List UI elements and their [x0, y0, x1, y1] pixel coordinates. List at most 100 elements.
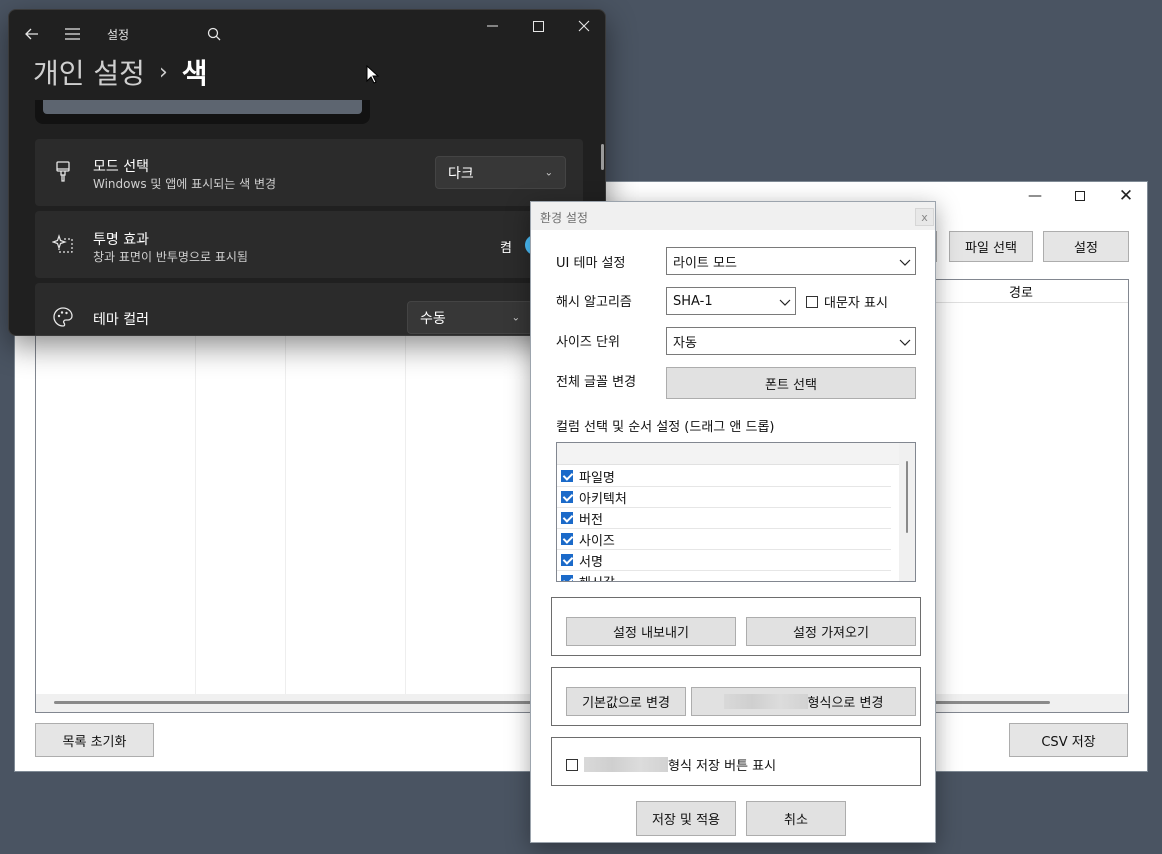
preferences-dialog: 환경 설정 x UI 테마 설정 라이트 모드 해시 알고리즘 SHA-1 대문… [530, 201, 936, 843]
column-item[interactable]: 파일명 [557, 466, 891, 487]
hash-algorithm-combo[interactable]: SHA-1 [666, 287, 796, 315]
redacted-text [723, 694, 808, 709]
ui-theme-combo[interactable]: 라이트 모드 [666, 247, 916, 275]
column-checkbox[interactable] [561, 470, 573, 482]
ui-theme-value: 라이트 모드 [673, 255, 737, 271]
breadcrumb: 개인 설정 › 색 [33, 52, 208, 92]
mode-dropdown[interactable]: 다크 ⌄ [435, 156, 566, 189]
transparency-row: 투명 효과 창과 표면이 반투명으로 표시됨 켬 [35, 211, 583, 278]
dropdown-arrow-icon [779, 299, 791, 306]
export-settings-button[interactable]: 설정 내보내기 [566, 617, 736, 646]
size-unit-combo[interactable]: 자동 [666, 327, 916, 355]
accent-dropdown[interactable]: 수동 ⌄ [407, 301, 533, 334]
close-icon[interactable]: ✕ [1103, 182, 1149, 210]
column-item[interactable]: 아키텍처 [557, 487, 891, 508]
close-icon[interactable] [571, 16, 597, 36]
hash-algorithm-value: SHA-1 [673, 293, 713, 309]
mode-select-title: 모드 선택 [93, 159, 149, 175]
mouse-cursor-icon [366, 64, 380, 85]
column-item-label: 해시값 [579, 572, 615, 582]
maximize-icon[interactable] [525, 16, 551, 36]
chevron-down-icon: ⌄ [544, 167, 553, 178]
column-divider [405, 280, 406, 694]
column-list-header [557, 443, 899, 465]
format-save-group: 형식 저장 버튼 표시 [551, 737, 921, 786]
minimize-icon[interactable]: — [1012, 182, 1058, 210]
dialog-close-button[interactable]: x [915, 208, 934, 226]
hamburger-menu-icon[interactable] [61, 24, 83, 44]
accent-dropdown-value: 수동 [420, 310, 446, 327]
cancel-button[interactable]: 취소 [746, 801, 846, 836]
column-item-label: 사이즈 [579, 533, 615, 549]
maximize-square [1075, 191, 1085, 201]
transparency-subtitle: 창과 표면이 반투명으로 표시됨 [93, 250, 248, 264]
theme-preview [35, 100, 370, 124]
change-format-button[interactable]: 형식으로 변경 [691, 687, 916, 716]
palette-icon [49, 303, 77, 331]
column-divider [195, 280, 196, 694]
paintbrush-icon [49, 158, 77, 186]
maximize-icon[interactable] [1057, 182, 1103, 210]
format-group: 기본값으로 변경 형식으로 변경 [551, 667, 921, 726]
column-checkbox[interactable] [561, 554, 573, 566]
column-divider [285, 280, 286, 694]
column-checkbox[interactable] [561, 491, 573, 503]
accent-color-row: 테마 컬러 수동 ⌄ [35, 283, 583, 335]
accent-color-title: 테마 컬러 [93, 312, 149, 328]
size-unit-label: 사이즈 단위 [556, 335, 620, 350]
import-export-group: 설정 내보내기 설정 가져오기 [551, 597, 921, 656]
column-item[interactable]: 버전 [557, 508, 891, 529]
columns-section-label: 컬럼 선택 및 순서 설정 (드래그 앤 드롭) [556, 420, 775, 435]
minimize-icon[interactable] [479, 16, 505, 36]
column-header-path[interactable]: 경로 [936, 280, 1106, 303]
back-arrow-icon[interactable] [21, 24, 43, 44]
scrollbar-thumb[interactable] [906, 461, 908, 533]
mode-select-row: 모드 선택 Windows 및 앱에 표시되는 색 변경 다크 ⌄ [35, 139, 583, 206]
column-item[interactable]: 사이즈 [557, 529, 891, 550]
transparency-title: 투명 효과 [93, 232, 149, 248]
breadcrumb-separator: › [158, 59, 168, 85]
column-item[interactable]: 서명 [557, 550, 891, 571]
ui-theme-label: UI 테마 설정 [556, 256, 626, 271]
uppercase-checkbox-row[interactable]: 대문자 표시 [806, 292, 888, 311]
format-save-checkbox-row[interactable]: 형식 저장 버튼 표시 [566, 755, 776, 774]
uppercase-checkbox[interactable] [806, 295, 818, 308]
reset-list-button[interactable]: 목록 초기화 [35, 723, 154, 757]
dialog-titlebar: 환경 설정 x [531, 202, 935, 230]
font-label: 전체 글꼴 변경 [556, 375, 637, 390]
transparency-toggle-label: 켬 [500, 241, 512, 256]
breadcrumb-current: 색 [181, 57, 208, 90]
search-icon[interactable] [203, 24, 225, 44]
settings-scrollbar[interactable] [601, 144, 604, 170]
save-apply-button[interactable]: 저장 및 적용 [636, 801, 736, 836]
change-format-label: 형식으로 변경 [807, 696, 884, 711]
dropdown-arrow-icon [899, 339, 911, 346]
font-select-button[interactable]: 폰트 선택 [666, 367, 916, 399]
column-item-label: 아키텍처 [579, 491, 627, 507]
sparkle-icon [49, 230, 77, 258]
settings-button[interactable]: 설정 [1043, 231, 1129, 262]
format-save-label: 형식 저장 버튼 표시 [668, 759, 777, 774]
import-settings-button[interactable]: 설정 가져오기 [746, 617, 916, 646]
breadcrumb-parent[interactable]: 개인 설정 [33, 52, 145, 92]
column-checkbox[interactable] [561, 512, 573, 524]
column-checkbox[interactable] [561, 575, 573, 581]
column-order-list[interactable]: 파일명 아키텍처 버전 사이즈 서명 해시값 [556, 442, 916, 582]
save-csv-button[interactable]: CSV 저장 [1009, 723, 1128, 757]
column-item[interactable]: 해시값 [557, 571, 891, 582]
settings-app-title: 설정 [107, 28, 130, 42]
column-checkbox[interactable] [561, 533, 573, 545]
redacted-text [584, 757, 668, 772]
chevron-down-icon: ⌄ [511, 312, 520, 323]
column-list-scrollbar[interactable] [899, 443, 915, 581]
theme-preview-image [43, 100, 362, 114]
mode-select-subtitle: Windows 및 앱에 표시되는 색 변경 [93, 177, 277, 191]
hash-algorithm-label: 해시 알고리즘 [556, 295, 632, 310]
dropdown-arrow-icon [899, 259, 911, 266]
column-item-label: 버전 [579, 512, 603, 528]
uppercase-label: 대문자 표시 [824, 296, 888, 311]
file-select-button[interactable]: 파일 선택 [949, 231, 1033, 262]
reset-default-button[interactable]: 기본값으로 변경 [566, 687, 686, 716]
format-save-checkbox[interactable] [566, 758, 578, 771]
column-item-label: 서명 [579, 554, 603, 570]
